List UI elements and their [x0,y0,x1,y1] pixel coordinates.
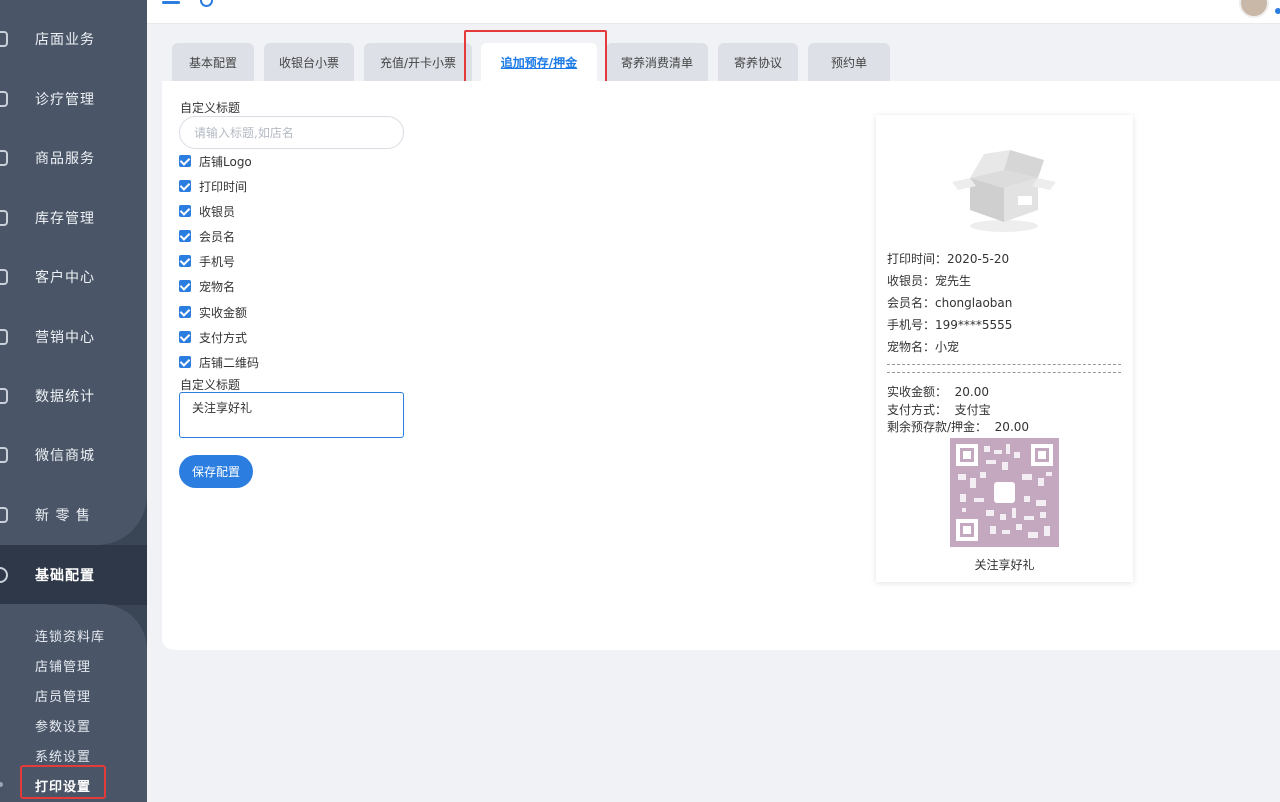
customer-icon [0,269,8,285]
checkbox-checked-icon[interactable] [179,280,191,292]
wechat-icon [994,482,1015,503]
option-label: 打印时间 [199,179,248,194]
tab-basic-config[interactable]: 基本配置 [172,43,254,81]
checkbox-checked-icon[interactable] [179,155,191,167]
receipt-payment-method: 支付方式： 支付宝 [887,403,991,417]
sidebar-item-basic-config[interactable]: 基础配置 [0,545,147,605]
receipt-pet-name: 宠物名：小宠 [887,340,960,354]
option-print-time[interactable]: 打印时间 [179,178,247,194]
option-cashier[interactable]: 收银员 [179,203,235,219]
checkbox-checked-icon[interactable] [179,255,191,267]
submenu-item-system-settings[interactable]: 系统设置 [35,746,91,765]
receipt-divider [887,372,1121,373]
checkbox-checked-icon[interactable] [179,205,191,217]
submenu-item-store-management[interactable]: 店铺管理 [35,656,91,675]
goods-icon [0,150,8,166]
receipt-divider [887,364,1121,365]
sidebar-item-clinic[interactable]: 诊疗管理 [0,79,147,119]
sidebar-item-label: 商品服务 [35,151,95,167]
stats-icon [0,388,8,404]
submenu-item-staff-management[interactable]: 店员管理 [35,686,91,705]
menu-toggle-icon[interactable] [162,1,180,4]
sidebar-item-label: 数据统计 [35,389,95,405]
receipt-paid-amount: 实收金额： 20.00 [887,385,989,399]
footer-title-textarea[interactable]: 关注享好礼 [179,392,404,438]
checkbox-checked-icon[interactable] [179,306,191,318]
qr-finder-icon [956,519,978,541]
option-label: 宠物名 [199,279,236,294]
top-bar [147,0,1280,24]
clinic-icon [0,91,8,107]
sidebar-item-inventory[interactable]: 库存管理 [0,198,147,238]
store-qr-code [950,438,1059,547]
option-label: 手机号 [199,254,236,269]
checkbox-checked-icon[interactable] [179,180,191,192]
option-label: 店铺二维码 [199,355,260,370]
sidebar-item-label: 微信商城 [35,448,95,464]
marketing-icon [0,329,8,345]
sidebar: 店面业务 诊疗管理 商品服务 库存管理 客户中心 营销中心 数据统计 微信商城 … [0,0,147,802]
tab-cashier-receipt[interactable]: 收银台小票 [264,43,354,81]
header-title-input[interactable] [179,116,404,149]
tab-boarding-agreement[interactable]: 寄养协议 [718,43,798,81]
option-phone[interactable]: 手机号 [179,253,235,269]
sidebar-item-store[interactable]: 店面业务 [0,19,147,59]
sidebar-item-label: 客户中心 [35,270,95,286]
sidebar-item-label: 店面业务 [35,32,95,48]
tab-boarding-consumption[interactable]: 寄养消费清单 [606,43,708,81]
option-paid-amount[interactable]: 实收金额 [179,304,247,320]
sidebar-item-goods[interactable]: 商品服务 [0,138,147,178]
option-label: 店铺Logo [199,154,252,169]
sidebar-item-label: 基础配置 [35,568,95,584]
submenu-item-chain-library[interactable]: 连锁资料库 [35,626,105,645]
sidebar-item-marketing[interactable]: 营销中心 [0,317,147,357]
save-config-button[interactable]: 保存配置 [179,455,253,488]
option-store-qrcode[interactable]: 店铺二维码 [179,354,259,370]
sidebar-item-retail[interactable]: 新 零 售 [0,495,147,535]
receipt-cashier: 收银员：宠先生 [887,274,972,288]
retail-icon [0,507,8,523]
option-label: 实收金额 [199,305,248,320]
sidebar-item-label: 诊疗管理 [35,92,95,108]
checkbox-checked-icon[interactable] [179,331,191,343]
qr-finder-icon [956,444,978,466]
qr-caption: 关注享好礼 [974,558,1035,572]
sidebar-item-customer[interactable]: 客户中心 [0,257,147,297]
status-dot-icon [1275,8,1280,14]
option-label: 收银员 [199,204,236,219]
receipt-member-name: 会员名：chonglaoban [887,296,1013,310]
store-icon [0,31,8,47]
footer-title-label: 自定义标题 [180,378,241,392]
tab-recharge-receipt[interactable]: 充值/开卡小票 [364,43,472,81]
print-settings-highlight [20,765,106,799]
option-pet-name[interactable]: 宠物名 [179,278,235,294]
empty-box-icon [952,150,1056,232]
submenu-item-parameter-settings[interactable]: 参数设置 [35,716,91,735]
tab-appointment[interactable]: 预约单 [808,43,890,81]
checkbox-checked-icon[interactable] [179,230,191,242]
sidebar-item-label: 库存管理 [35,211,95,227]
option-label: 支付方式 [199,330,248,345]
checkbox-checked-icon[interactable] [179,356,191,368]
wechat-mall-icon [0,447,8,463]
settings-icon [0,567,8,583]
qr-finder-icon [1031,444,1053,466]
sidebar-item-wechat-mall[interactable]: 微信商城 [0,435,147,475]
sidebar-item-stats[interactable]: 数据统计 [0,376,147,416]
receipt-remaining-deposit: 剩余预存款/押金： 20.00 [887,420,1030,434]
option-label: 会员名 [199,229,236,244]
header-title-label: 自定义标题 [180,101,241,115]
sidebar-item-label: 营销中心 [35,330,95,346]
sidebar-item-label: 新 零 售 [35,508,91,524]
inventory-icon [0,210,8,226]
option-payment-method[interactable]: 支付方式 [179,329,247,345]
receipt-phone: 手机号：199****5555 [887,318,1013,332]
option-store-logo[interactable]: 店铺Logo [179,153,252,169]
receipt-print-time: 打印时间：2020-5-20 [887,252,1010,266]
option-member-name[interactable]: 会员名 [179,228,235,244]
